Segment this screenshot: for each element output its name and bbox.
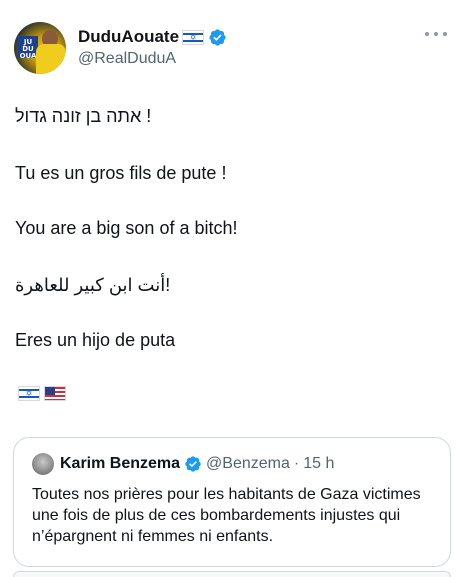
author-handle[interactable]: @RealDuduA <box>78 50 176 68</box>
tweet-line-french: Tu es un gros fils de pute ! <box>15 163 227 183</box>
tweet-line-hebrew: ! אתה בן זונה גדול <box>15 106 152 126</box>
more-options-icon[interactable] <box>425 30 447 38</box>
quoted-tweet-time[interactable]: 15 h <box>303 455 334 473</box>
tweet-line-spanish: Eres un hijo de puta <box>15 330 176 350</box>
author-display-name[interactable]: DuduAouate <box>78 27 179 47</box>
quoted-tweet[interactable]: Karim Benzema @Benzema · 15 h Toutes nos… <box>13 437 451 567</box>
author-avatar[interactable]: JU DU OUA <box>14 22 66 74</box>
next-card-edge <box>13 571 451 577</box>
quoted-author-handle[interactable]: @Benzema <box>206 455 290 473</box>
quoted-author-name[interactable]: Karim Benzema <box>60 455 180 473</box>
tweet-line-arabic: !أنت ابن كبير للعاهرة <box>15 275 171 295</box>
tweet-line-english: You are a big son of a bitch! <box>15 218 238 238</box>
israel-flag-icon: ✡ <box>18 386 40 401</box>
quoted-author-avatar[interactable] <box>32 453 54 475</box>
verified-badge-icon <box>185 456 201 472</box>
quoted-tweet-header: Karim Benzema @Benzema · 15 h <box>60 453 334 475</box>
separator-dot: · <box>293 455 300 472</box>
quoted-tweet-text: Toutes nos prières pour les habitants de… <box>32 486 421 545</box>
avatar-logo: JU DU OUA <box>18 36 38 60</box>
israel-flag-icon: ✡ <box>182 29 205 45</box>
verified-badge-icon <box>209 28 226 46</box>
avatar-jersey <box>36 44 66 74</box>
author-name-row: DuduAouate ✡ <box>78 26 227 48</box>
trailing-flags: ✡ <box>15 386 66 401</box>
tweet-card[interactable]: JU DU OUA DuduAouate ✡ @RealDuduA ! אתה בן… <box>0 0 465 577</box>
us-flag-icon <box>44 386 66 401</box>
